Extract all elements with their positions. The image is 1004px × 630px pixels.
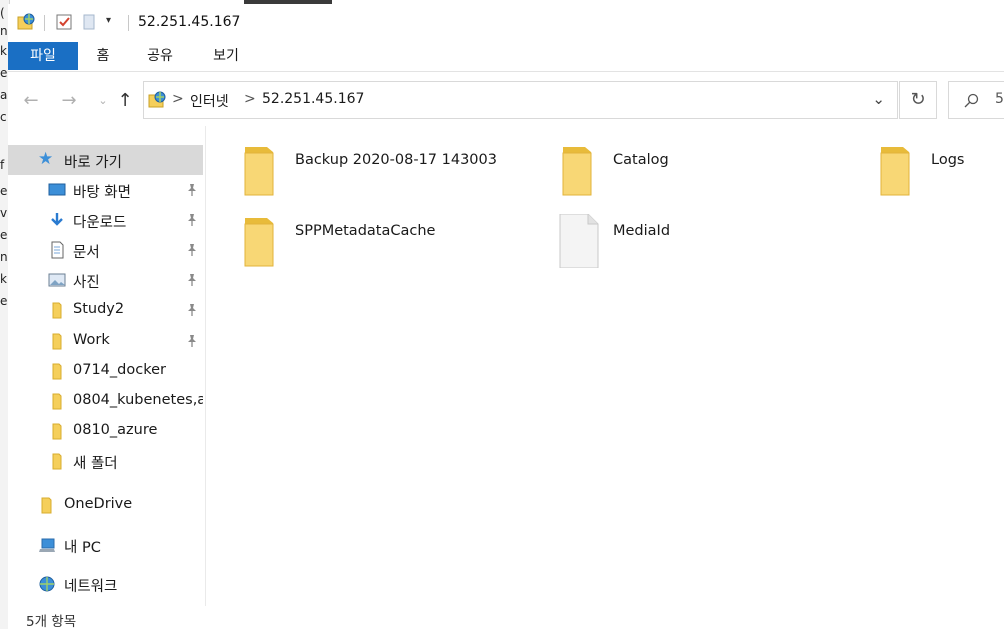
folder-icon — [562, 147, 592, 196]
forward-button[interactable]: → — [58, 92, 80, 110]
title-bar: ▾ 52.251.45.167 — [8, 4, 1004, 42]
nav-item[interactable]: 0714_docker — [8, 356, 203, 386]
search-text: 5 — [995, 91, 1004, 107]
nav-item-label: 새 폴더 — [73, 455, 118, 472]
properties-icon[interactable] — [54, 12, 74, 32]
download-icon — [51, 213, 63, 226]
address-bar[interactable]: > 인터넷 > 52.251.45.167 ⌄ — [143, 81, 898, 119]
search-input[interactable]: 5 — [948, 81, 1004, 119]
nav-item[interactable]: Work — [8, 326, 203, 356]
breadcrumb-chevron-icon[interactable]: > — [172, 91, 184, 107]
customize-quick-access-dropdown[interactable]: ▾ — [106, 15, 111, 26]
nav-item-label: 0810_azure — [73, 421, 158, 438]
file-name: MediaId — [613, 223, 671, 239]
file-item[interactable]: Logs — [874, 143, 1002, 203]
file-item[interactable]: Catalog — [556, 143, 846, 203]
file-explorer-window: ▾ 52.251.45.167 파일 홈 공유 보기 ← → ⌄ ↑ > 인터넷… — [8, 4, 1004, 630]
nav-item[interactable]: Study2 — [8, 295, 203, 325]
computer-icon — [39, 538, 55, 552]
nav-item-label: 문서 — [73, 245, 100, 262]
separator — [44, 15, 45, 31]
address-row: ← → ⌄ ↑ > 인터넷 > 52.251.45.167 ⌄ ↻ 5 — [8, 72, 1004, 126]
nav-item[interactable]: 문서 — [8, 235, 203, 265]
nav-onedrive[interactable]: OneDrive — [8, 490, 203, 520]
tab-share[interactable]: 공유 — [138, 42, 182, 70]
nav-item-label: 다운로드 — [73, 215, 127, 232]
nav-item-label: 0804_kubenetes,aw — [73, 391, 203, 408]
ribbon-tabs: 파일 홈 공유 보기 — [8, 42, 1004, 72]
folder-icon — [52, 423, 62, 440]
pin-icon[interactable] — [185, 213, 199, 227]
recent-locations-button[interactable]: ⌄ — [92, 92, 114, 110]
star-icon: ★ — [38, 149, 54, 169]
document-icon — [51, 241, 64, 259]
nav-item[interactable]: 0810_azure — [8, 416, 203, 446]
nav-this-pc[interactable]: 내 PC — [8, 530, 203, 560]
folder-icon — [52, 302, 62, 319]
nav-network-label: 네트워크 — [64, 579, 118, 595]
pin-icon[interactable] — [185, 273, 199, 287]
navigation-pane: ★ 바로 가기 바탕 화면다운로드문서사진 Study2 Work 0714_dock… — [8, 126, 206, 606]
folder-icon — [41, 497, 52, 514]
nav-item-label: 사진 — [73, 275, 100, 292]
nav-this-pc-label: 내 PC — [64, 540, 101, 556]
nav-item[interactable]: 사진 — [8, 265, 203, 295]
file-item[interactable]: Backup 2020-08-17 143003 — [238, 143, 528, 203]
folder-icon — [880, 147, 910, 196]
status-item-count: 5개 항목 — [26, 614, 77, 630]
folder-icon — [52, 453, 62, 470]
file-name: Backup 2020-08-17 143003 — [295, 152, 497, 168]
folder-icon — [52, 393, 62, 410]
pin-icon[interactable] — [185, 334, 199, 348]
window-title: 52.251.45.167 — [138, 14, 241, 30]
nav-onedrive-label: OneDrive — [64, 496, 133, 512]
folder-icon — [244, 147, 274, 196]
nav-item-label: 0714_docker — [73, 361, 166, 378]
pin-icon[interactable] — [185, 243, 199, 257]
nav-item[interactable]: 0804_kubenetes,aw — [8, 386, 203, 416]
nav-item-label: 바탕 화면 — [73, 185, 131, 201]
nav-item[interactable]: 새 폴더 — [8, 446, 203, 476]
breadcrumb-internet[interactable]: 인터넷 — [190, 91, 229, 111]
back-button[interactable]: ← — [20, 92, 42, 110]
pictures-icon — [48, 273, 66, 287]
desktop-icon — [48, 183, 66, 196]
breadcrumb-chevron-icon[interactable]: > — [244, 91, 256, 107]
nav-item-label: Study2 — [73, 301, 125, 318]
file-list: Backup 2020-08-17 143003 Catalog Logs SP… — [208, 126, 1004, 606]
tab-view[interactable]: 보기 — [204, 42, 248, 70]
address-history-dropdown-icon[interactable]: ⌄ — [872, 90, 885, 108]
nav-quick-access-label: 바로 가기 — [64, 155, 122, 171]
file-name: SPPMetadataCache — [295, 223, 436, 239]
nav-item-label: Work — [73, 331, 110, 348]
nav-quick-access[interactable]: ★ 바로 가기 — [8, 145, 203, 175]
nav-item[interactable]: 다운로드 — [8, 205, 203, 235]
breadcrumb-host[interactable]: 52.251.45.167 — [262, 91, 364, 107]
up-button[interactable]: ↑ — [114, 92, 136, 110]
file-name: Logs — [931, 152, 965, 168]
file-item[interactable]: MediaId — [556, 214, 846, 274]
new-folder-icon[interactable] — [80, 12, 100, 32]
pin-icon[interactable] — [185, 183, 199, 197]
search-icon — [964, 93, 979, 108]
file-item[interactable]: SPPMetadataCache — [238, 214, 528, 274]
nav-item[interactable]: 바탕 화면 — [8, 175, 203, 205]
folder-icon — [52, 333, 62, 349]
network-location-icon[interactable] — [16, 12, 36, 32]
file-name: Catalog — [613, 152, 669, 168]
refresh-button[interactable]: ↻ — [899, 81, 937, 119]
generic-file-icon — [559, 214, 599, 268]
network-location-icon — [148, 91, 166, 108]
pin-icon[interactable] — [185, 303, 199, 317]
separator — [128, 15, 129, 31]
folder-icon — [52, 363, 62, 380]
nav-network[interactable]: 네트워크 — [8, 569, 203, 599]
folder-icon — [244, 218, 274, 267]
network-icon — [39, 576, 55, 592]
tab-home[interactable]: 홈 — [88, 42, 118, 70]
tab-file[interactable]: 파일 — [8, 42, 78, 70]
